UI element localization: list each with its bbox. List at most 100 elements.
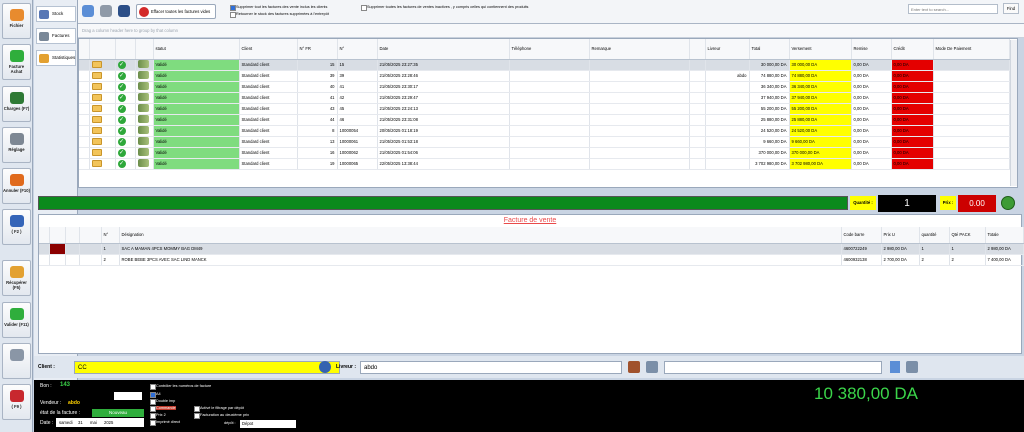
column-header[interactable]: Mode De Paiement bbox=[933, 39, 1010, 60]
payment-cell[interactable] bbox=[135, 70, 154, 82]
open-cell[interactable] bbox=[89, 70, 116, 82]
price-value[interactable]: 0.00 bbox=[958, 195, 996, 212]
column-header[interactable] bbox=[135, 39, 154, 60]
livreur-select[interactable]: abdo bbox=[360, 361, 622, 374]
line-column-header[interactable]: quantité bbox=[919, 227, 950, 244]
line-column-header[interactable]: Qté PACK bbox=[949, 227, 986, 244]
option-checkbox[interactable]: Prix 2 bbox=[150, 413, 166, 419]
option-checkbox[interactable]: Facturation au deuxième prix bbox=[194, 413, 249, 419]
payment-icon[interactable] bbox=[137, 148, 149, 156]
open-cell[interactable] bbox=[89, 103, 116, 115]
option-checkbox[interactable]: Imprimé direct bbox=[150, 420, 180, 426]
folder-icon[interactable] bbox=[91, 148, 102, 156]
check-icon[interactable]: ✓ bbox=[117, 126, 126, 135]
sidebar-button-0[interactable]: Fichier bbox=[2, 3, 31, 39]
table-row[interactable]: ✓ Validé Standard client 15 15 21/05/2025 23:… bbox=[79, 59, 1010, 71]
nav-item-statistiques[interactable]: Statistiques bbox=[36, 50, 76, 66]
check-icon[interactable]: ✓ bbox=[117, 148, 126, 157]
broom-icon[interactable] bbox=[646, 361, 658, 373]
check-icon[interactable]: ✓ bbox=[117, 159, 126, 168]
folder-icon[interactable] bbox=[91, 71, 102, 79]
column-header[interactable] bbox=[79, 39, 90, 60]
payment-cell[interactable] bbox=[135, 114, 154, 126]
column-header[interactable]: Téléphone bbox=[509, 39, 590, 60]
folder-icon[interactable] bbox=[91, 104, 102, 112]
open-cell[interactable] bbox=[89, 158, 116, 170]
table-row[interactable]: ✓ Validé Standard client 8 10000054 20/05/202… bbox=[79, 125, 1010, 137]
validate-cell[interactable]: ✓ bbox=[115, 92, 136, 104]
option-checkbox[interactable]: A4 bbox=[150, 392, 161, 398]
invoice-line-row[interactable]: 2 ROBE BEBE 3PCS AVEC SAC LIND MANCK 46009… bbox=[39, 254, 1024, 266]
invoice-line-row[interactable]: 1 SAC A MAMAN 4PCS MOMMY BAG DM49 46007222… bbox=[39, 243, 1024, 255]
line-column-header[interactable] bbox=[65, 227, 80, 244]
refresh-icon[interactable] bbox=[82, 5, 94, 17]
sidebar-button-1[interactable]: Facture Achat bbox=[2, 44, 31, 80]
column-header[interactable]: Client bbox=[239, 39, 298, 60]
validate-cell[interactable]: ✓ bbox=[115, 136, 136, 148]
option-checkbox[interactable]: Commande bbox=[150, 406, 176, 412]
column-header[interactable]: N° bbox=[337, 39, 378, 60]
payment-cell[interactable] bbox=[135, 103, 154, 115]
delivery-icon[interactable] bbox=[628, 361, 640, 373]
table-row[interactable]: ✓ Validé Standard client 19 10000065 22/05/20… bbox=[79, 158, 1010, 170]
payment-cell[interactable] bbox=[135, 59, 154, 71]
payment-icon[interactable] bbox=[137, 104, 149, 112]
nav-item-factures[interactable]: Factures bbox=[36, 28, 76, 44]
folder-icon[interactable] bbox=[91, 93, 102, 101]
payment-icon[interactable] bbox=[137, 115, 149, 123]
option-checkbox[interactable]: Activé le filtrage par dépôt bbox=[194, 406, 244, 412]
table-row[interactable]: ✓ Validé Standard client 40 41 21/05/2025 23:… bbox=[79, 81, 1010, 93]
payment-icon[interactable] bbox=[137, 126, 149, 134]
clear-icon[interactable] bbox=[906, 361, 918, 373]
folder-icon[interactable] bbox=[91, 115, 102, 123]
extra-select[interactable] bbox=[664, 361, 882, 374]
check-icon[interactable]: ✓ bbox=[117, 93, 126, 102]
payment-icon[interactable] bbox=[137, 93, 149, 101]
table-row[interactable]: ✓ Validé Standard client 13 10000061 21/05/20… bbox=[79, 136, 1010, 148]
table-row[interactable]: ✓ Validé Standard client 41 42 21/05/2025 23:… bbox=[79, 92, 1010, 104]
payment-icon[interactable] bbox=[137, 82, 149, 90]
table-row[interactable]: ✓ Validé Standard client 43 45 21/05/2025 23:… bbox=[79, 103, 1010, 115]
column-header[interactable]: statut bbox=[153, 39, 240, 60]
client-search-icon[interactable] bbox=[319, 361, 331, 373]
sidebar-button-8[interactable] bbox=[2, 343, 31, 379]
check-icon[interactable]: ✓ bbox=[117, 115, 126, 124]
option-delete-including-clients[interactable]: Supprimer tout les factures des vente in… bbox=[230, 5, 327, 11]
payment-icon[interactable] bbox=[137, 159, 149, 167]
sidebar-button-7[interactable]: Valider (F11) bbox=[2, 302, 31, 338]
sidebar-button-6[interactable]: Récupérer (F5) bbox=[2, 260, 31, 296]
client-input[interactable]: CC bbox=[74, 361, 340, 374]
open-cell[interactable] bbox=[89, 147, 116, 159]
save-icon[interactable] bbox=[118, 5, 130, 17]
line-column-header[interactable]: Code barre bbox=[841, 227, 882, 244]
column-header[interactable] bbox=[115, 39, 136, 60]
printer-icon[interactable] bbox=[100, 5, 112, 17]
validate-cell[interactable]: ✓ bbox=[115, 59, 136, 71]
payment-icon[interactable] bbox=[137, 71, 149, 79]
folder-icon[interactable] bbox=[91, 159, 102, 167]
open-cell[interactable] bbox=[89, 114, 116, 126]
validate-cell[interactable]: ✓ bbox=[115, 81, 136, 93]
clear-empty-invoices-button[interactable]: Effacer toutes les factures vides bbox=[136, 4, 216, 19]
check-icon[interactable]: ✓ bbox=[117, 137, 126, 146]
column-header[interactable] bbox=[689, 39, 706, 60]
open-cell[interactable] bbox=[89, 81, 116, 93]
check-icon[interactable]: ✓ bbox=[117, 104, 126, 113]
find-button[interactable]: Find bbox=[1003, 3, 1019, 14]
option-checkbox[interactable]: Contrôler les numéros de facture bbox=[150, 384, 211, 390]
validate-cell[interactable]: ✓ bbox=[115, 114, 136, 126]
open-cell[interactable] bbox=[89, 125, 116, 137]
line-column-header[interactable] bbox=[39, 227, 50, 244]
column-header[interactable]: Crédit bbox=[891, 39, 934, 60]
folder-icon[interactable] bbox=[91, 82, 102, 90]
line-column-header[interactable] bbox=[49, 227, 66, 244]
validate-cell[interactable]: ✓ bbox=[115, 70, 136, 82]
column-header[interactable]: Versement bbox=[789, 39, 852, 60]
payment-cell[interactable] bbox=[135, 92, 154, 104]
payment-cell[interactable] bbox=[135, 147, 154, 159]
column-header[interactable]: Date bbox=[377, 39, 510, 60]
payment-icon[interactable] bbox=[137, 60, 149, 68]
sidebar-button-3[interactable]: Réglage bbox=[2, 127, 31, 163]
check-icon[interactable]: ✓ bbox=[117, 82, 126, 91]
validate-cell[interactable]: ✓ bbox=[115, 158, 136, 170]
